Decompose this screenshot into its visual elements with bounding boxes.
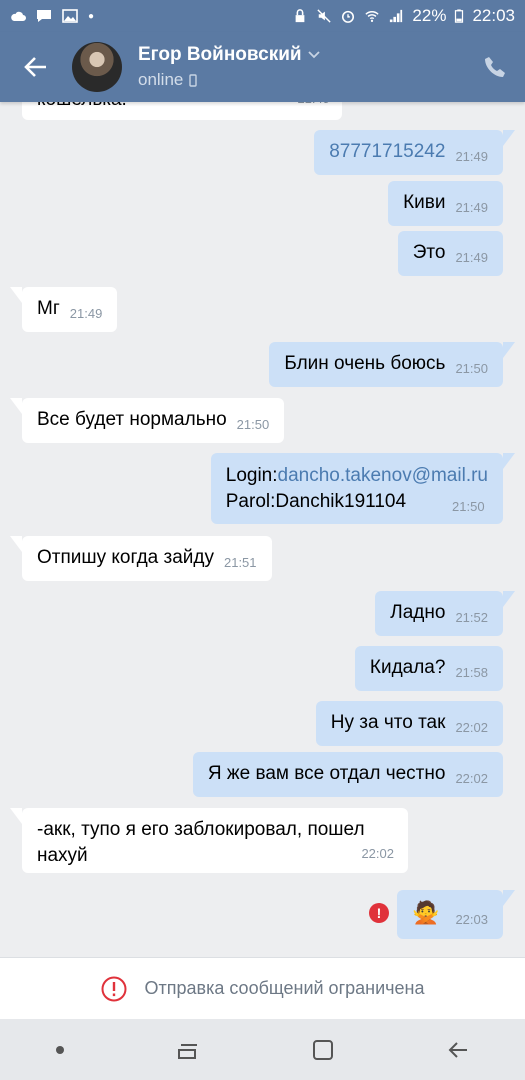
message-incoming[interactable]: Все будет нормально 21:50 [9,398,285,443]
login-label: Login: [225,465,278,486]
call-button[interactable] [465,32,525,102]
email-link[interactable]: dancho.takenov@mail.ru [278,465,488,486]
message-incoming[interactable]: -акк, тупо я его заблокировал, пошел нах… [10,808,408,873]
avatar[interactable] [72,42,122,92]
message-incoming[interactable]: кошелька. 21:49 [22,102,342,120]
chat-notification-icon [37,10,51,22]
contact-info[interactable]: Егор Войновский online [138,44,320,90]
message-incoming[interactable]: Мг 21:49 [9,287,118,332]
message-text: Я же вам все отдал честно [207,763,446,784]
message-time: 21:49 [455,250,488,265]
message-text: кошелька. [37,102,127,110]
back-button[interactable] [0,32,72,102]
restriction-banner: Отправка сообщений ограничена [0,957,525,1019]
message-text: Ладно [390,602,446,623]
message-time: 21:50 [455,361,488,376]
send-error-icon[interactable]: ! [369,903,389,923]
presence-text: online [138,70,184,89]
phone-link[interactable]: 87771715242 [329,141,445,162]
message-time: 22:02 [361,846,394,861]
dot-icon: ● [88,10,95,22]
message-time: 21:49 [455,149,488,164]
message-list[interactable]: кошелька. 21:49 87771715242 21:49 Киви 21:… [0,102,525,957]
contact-name-text: Егор Войновский [138,44,302,65]
contact-name: Егор Войновский [138,44,320,66]
presence-status: online [138,70,320,90]
chevron-down-icon [307,51,320,59]
message-time: 21:50 [452,499,485,514]
message-text-line2: нахуй [37,845,88,866]
battery-percent: 22% [412,6,447,25]
chat-header: Егор Войновский online [0,32,525,102]
mute-icon [317,9,332,23]
message-time: 21:51 [223,555,257,570]
signal-icon [390,9,403,23]
message-time: 22:02 [455,720,488,735]
alarm-icon [342,10,355,23]
arrow-left-icon [24,57,46,77]
restriction-text: Отправка сообщений ограничена [144,978,425,998]
alert-circle-icon [101,976,126,1001]
message-time: 21:49 [69,306,103,321]
dot-icon[interactable] [56,1045,65,1054]
message-outgoing[interactable]: Ладно 21:52 [375,591,515,636]
message-text: Кидала? [369,657,446,678]
password-text: Parol:Danchik191104 [225,491,407,512]
message-text: Это [412,242,446,263]
mobile-icon [189,73,198,87]
emoji: 🙅 [412,900,440,925]
recent-apps-button[interactable] [177,1040,199,1060]
message-outgoing[interactable]: Кидала? 21:58 [354,646,503,691]
message-outgoing[interactable]: Киви 21:49 [388,181,503,226]
message-outgoing[interactable]: Блин очень боюсь 21:50 [269,342,515,387]
back-nav-button[interactable] [447,1040,469,1060]
message-outgoing[interactable]: Login:dancho.takenov@mail.ru Parol:Danch… [210,453,516,524]
message-outgoing[interactable]: Это 21:49 [397,231,503,276]
status-bar: ● 22% 22:03 [0,0,525,32]
message-text-line1: -акк, тупо я его заблокировал, пошел [37,819,365,840]
message-outgoing[interactable]: 87771715242 21:49 [314,130,515,175]
message-text: Мг [37,298,60,319]
gallery-icon [62,9,78,23]
message-time: 21:49 [455,200,488,215]
message-time: 22:02 [455,771,488,786]
message-text: Киви [403,192,446,213]
clock: 22:03 [472,6,515,25]
phone-icon [485,57,505,77]
message-outgoing[interactable]: Я же вам все отдал честно 22:02 [192,752,503,797]
message-outgoing[interactable]: 🙅 22:03 [397,890,515,939]
message-time: 21:52 [455,610,488,625]
message-outgoing[interactable]: Ну за что так 22:02 [315,701,503,746]
system-nav-bar [0,1019,525,1080]
battery-icon [455,9,464,23]
message-incoming[interactable]: Отпишу когда зайду 21:51 [10,536,272,581]
password-line: Parol:Danchik191104 21:50 [226,489,488,516]
login-line: Login:dancho.takenov@mail.ru [226,463,488,489]
message-time: 22:03 [455,912,488,927]
message-time: 21:49 [297,102,330,112]
message-time: 21:58 [455,665,488,680]
message-text: Блин очень боюсь [284,353,446,374]
home-button[interactable] [312,1039,334,1061]
cloud-icon [11,11,26,21]
message-text: Отпишу когда зайду [37,547,214,568]
wifi-icon [365,11,380,22]
message-time: 21:50 [236,417,270,432]
lock-icon [296,9,305,23]
message-text: Ну за что так [330,712,446,733]
message-text: Все будет нормально [37,409,227,430]
